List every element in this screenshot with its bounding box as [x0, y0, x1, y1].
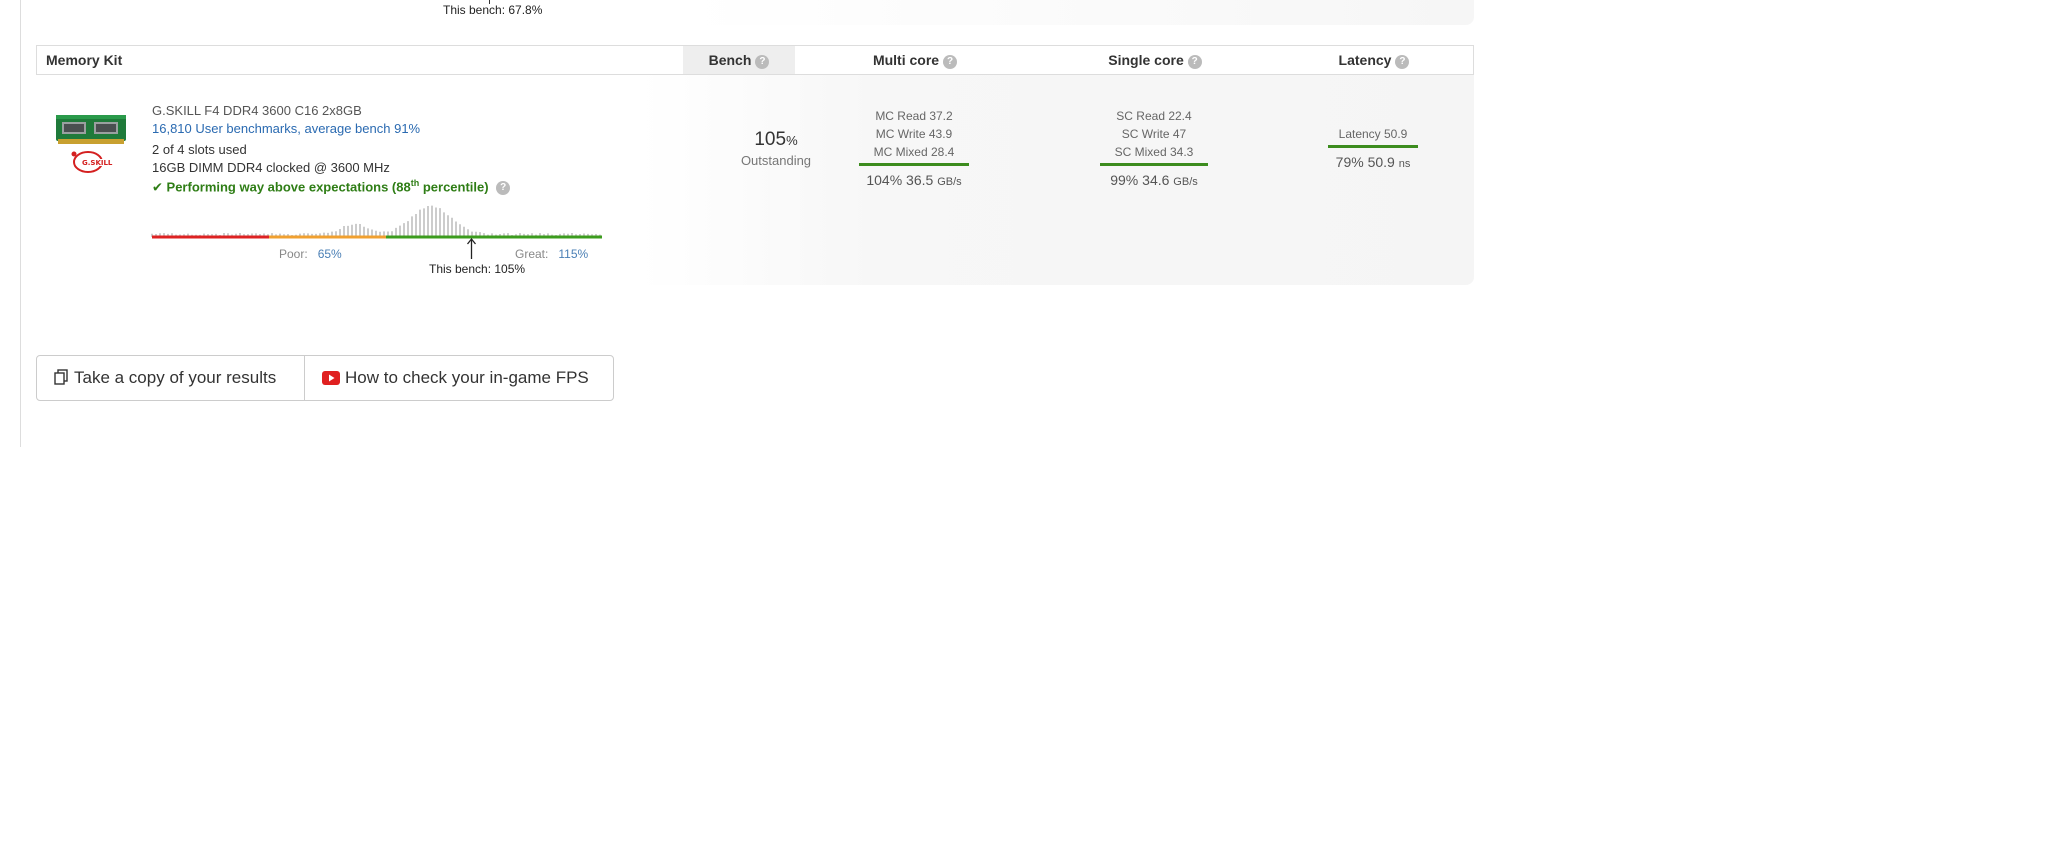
multi-core-bar: [859, 163, 969, 166]
distribution-histogram: [152, 197, 602, 242]
single-core-cell: SC Read 22.4 SC Write 47 SC Mixed 34.3 9…: [1094, 107, 1214, 188]
bench-distribution: Poor: 65% Great: 115% This bench: 105%: [152, 197, 602, 272]
left-border: [20, 0, 21, 447]
multi-core-total: 104% 36.5 GB/s: [854, 172, 974, 188]
svg-text:G.SKILL: G.SKILL: [82, 159, 113, 167]
latency-total: 79% 50.9 ns: [1313, 154, 1433, 170]
performance-status: ✔ Performing way above expectations (88t…: [152, 178, 510, 195]
help-icon[interactable]: ?: [1395, 55, 1409, 69]
great-label: Great: 115%: [515, 247, 588, 261]
kit-spec: 16GB DIMM DDR4 clocked @ 3600 MHz: [152, 160, 390, 175]
table-row: G.SKILL G.SKILL F4 DDR4 3600 C16 2x8GB 1…: [36, 75, 1474, 285]
check-fps-button[interactable]: How to check your in-game FPS: [306, 356, 614, 400]
header-bench[interactable]: Bench?: [683, 46, 795, 74]
sc-read: SC Read 22.4: [1094, 107, 1214, 125]
single-core-total: 99% 34.6 GB/s: [1094, 172, 1214, 188]
single-core-bar: [1100, 163, 1208, 166]
header-memory-kit: Memory Kit: [46, 46, 122, 74]
kit-name: G.SKILL F4 DDR4 3600 C16 2x8GB: [152, 103, 362, 118]
poor-label: Poor: 65%: [279, 247, 342, 261]
help-icon[interactable]: ?: [496, 181, 510, 195]
help-icon[interactable]: ?: [1188, 55, 1202, 69]
previous-this-bench-label: This bench: 67.8%: [443, 3, 542, 17]
multi-core-cell: MC Read 37.2 MC Write 43.9 MC Mixed 28.4…: [854, 107, 974, 188]
result-actions: Take a copy of your results How to check…: [36, 355, 614, 401]
ram-module-image: [56, 115, 126, 145]
copy-icon: [53, 369, 69, 385]
sc-mixed: SC Mixed 34.3: [1094, 143, 1214, 161]
sc-write: SC Write 47: [1094, 125, 1214, 143]
bench-rating: Outstanding: [716, 153, 836, 168]
memory-kit-table: Memory Kit Bench? Multi core? Single cor…: [36, 45, 1474, 285]
header-latency[interactable]: Latency?: [1275, 46, 1473, 74]
previous-component-card: This bench: 67.8%: [36, 0, 1474, 25]
latency-cell: Latency 50.9 79% 50.9 ns: [1313, 125, 1433, 170]
help-icon[interactable]: ?: [755, 55, 769, 69]
help-icon[interactable]: ?: [943, 55, 957, 69]
slots-used: 2 of 4 slots used: [152, 142, 247, 157]
latency-value-line: Latency 50.9: [1313, 125, 1433, 143]
this-bench-label: This bench: 105%: [429, 262, 525, 276]
header-multi-core[interactable]: Multi core?: [795, 46, 1035, 74]
latency-bar: [1328, 145, 1418, 148]
table-header: Memory Kit Bench? Multi core? Single cor…: [36, 45, 1474, 75]
bench-value: 105%: [716, 129, 836, 151]
header-single-core[interactable]: Single core?: [1035, 46, 1275, 74]
youtube-icon: [322, 371, 340, 385]
mc-write: MC Write 43.9: [854, 125, 974, 143]
gskill-logo-icon: G.SKILL: [66, 148, 116, 174]
check-icon: ✔: [152, 179, 163, 194]
mc-read: MC Read 37.2: [854, 107, 974, 125]
mc-mixed: MC Mixed 28.4: [854, 143, 974, 161]
user-benchmarks-link[interactable]: 16,810 User benchmarks, average bench 91…: [152, 121, 420, 136]
copy-results-button[interactable]: Take a copy of your results: [37, 356, 305, 400]
